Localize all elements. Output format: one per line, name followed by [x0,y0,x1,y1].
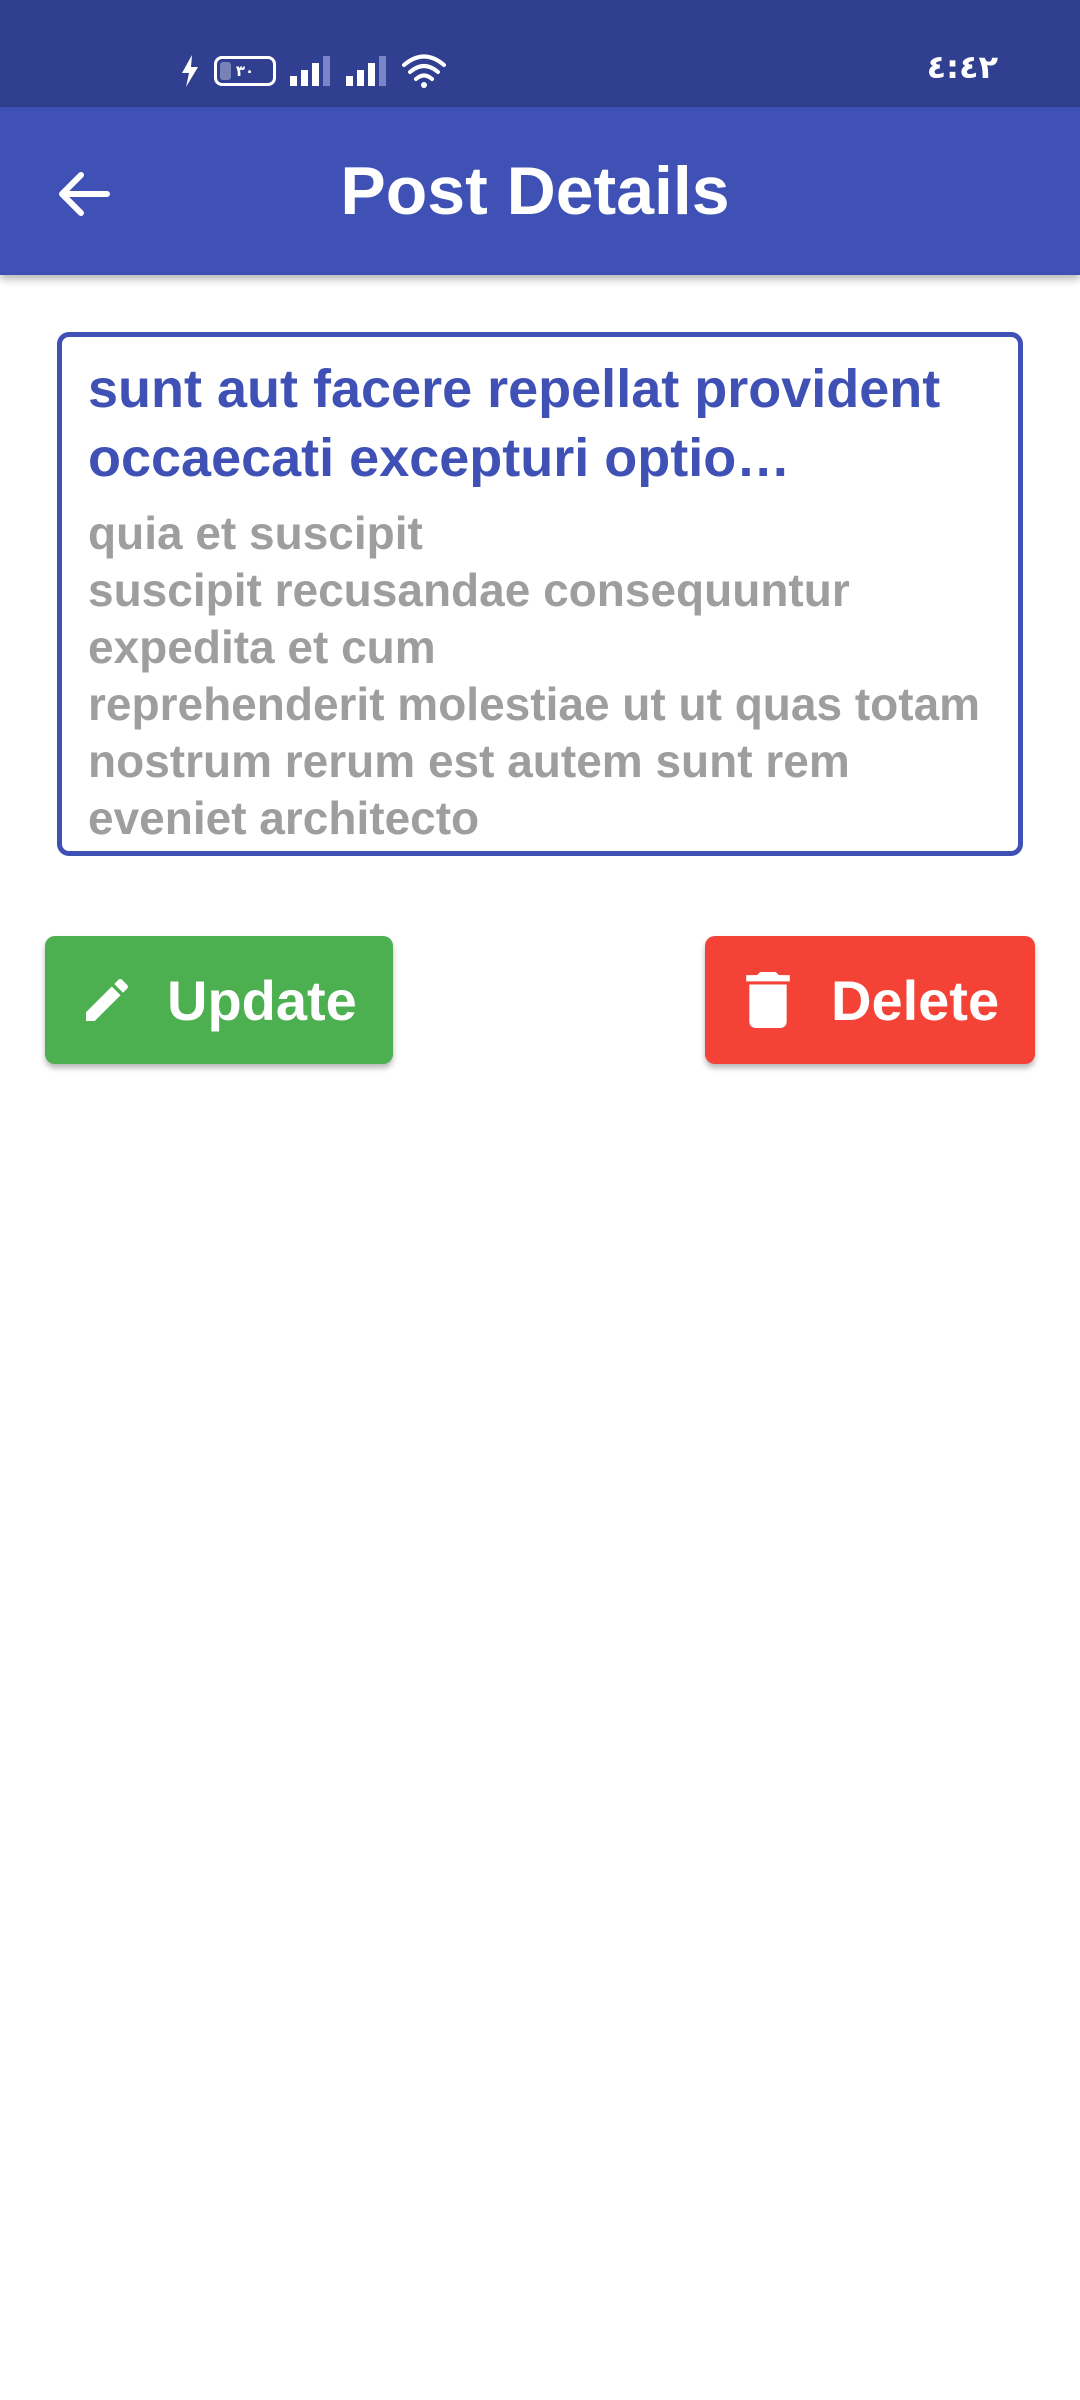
app-bar: Post Details [0,107,1080,275]
status-icons: ٣٠ [180,50,446,92]
trash-icon [745,972,791,1028]
delete-button[interactable]: Delete [705,936,1035,1064]
page-title: Post Details [340,153,730,229]
charging-bolt-icon [180,55,200,87]
signal-icon [290,56,332,86]
signal-icon [346,56,388,86]
status-bar: ٣٠ ٤:٤٢ [0,0,1080,107]
battery-level-text: ٣٠ [235,63,255,80]
battery-level-fill [220,62,231,80]
back-button[interactable] [40,152,128,240]
wifi-icon [402,54,446,88]
battery-icon: ٣٠ [214,56,276,86]
post-title: sunt aut facere repellat provident occae… [88,359,941,488]
arrow-back-icon [57,170,111,223]
pencil-icon [79,972,135,1028]
update-button-label: Update [167,968,357,1032]
post-body: quia et suscipit suscipit recusandae con… [88,507,981,844]
post-card: sunt aut facere repellat provident occae… [57,332,1023,856]
delete-button-label: Delete [831,968,1000,1032]
update-button[interactable]: Update [45,936,393,1064]
status-time: ٤:٤٢ [926,48,998,86]
